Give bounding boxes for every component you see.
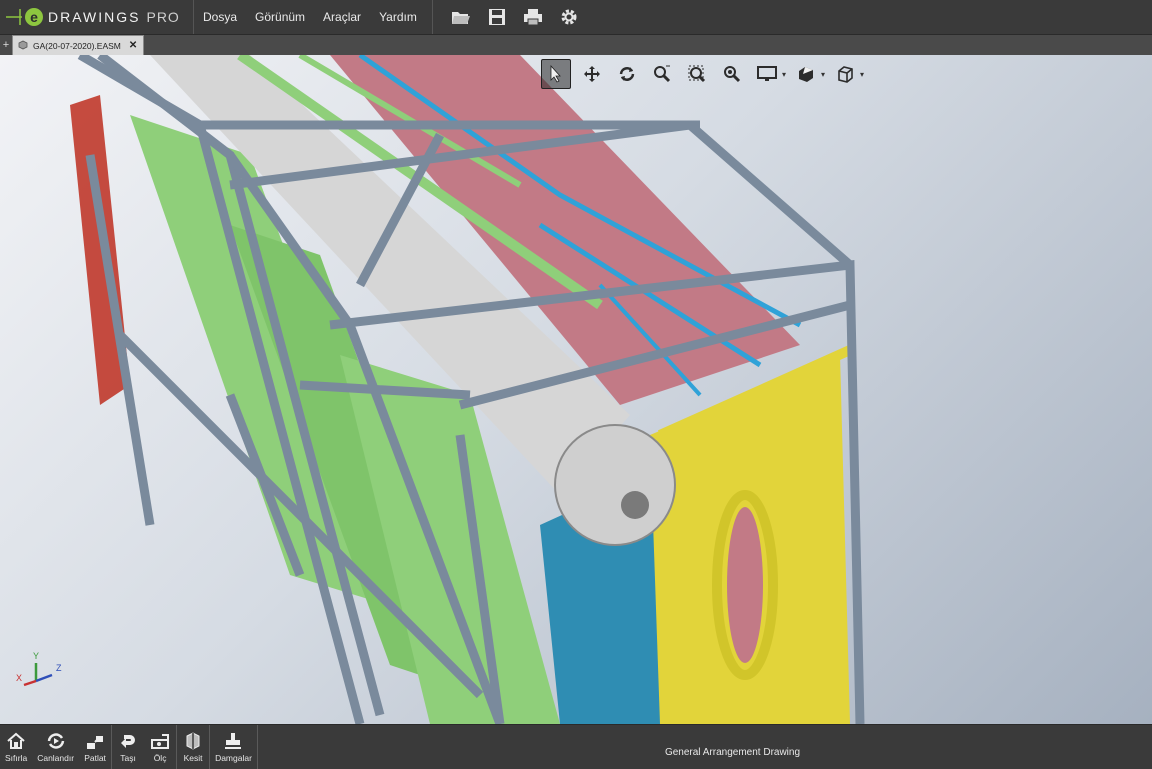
triad-y-label: Y <box>33 651 40 661</box>
triad-x-label: X <box>16 673 23 683</box>
app-edition: PRO <box>146 9 180 25</box>
triad-axes-icon <box>23 663 53 687</box>
display-mode-dropdown-icon[interactable]: ▾ <box>782 70 786 79</box>
move-button[interactable]: Taşı <box>112 725 144 769</box>
bottom-group-section: Kesit <box>177 725 211 769</box>
select-icon[interactable] <box>541 59 571 89</box>
zoom-icon[interactable] <box>718 60 746 88</box>
bottom-group-view: Sıfırla Canlandır Patlat <box>0 725 113 769</box>
measure-button[interactable]: Ölç <box>144 725 176 769</box>
section-view-icon[interactable] <box>792 60 820 88</box>
explode-button[interactable]: Patlat <box>79 725 111 769</box>
pan-icon[interactable] <box>578 60 606 88</box>
main-menu: Dosya Görünüm Araçlar Yardım <box>194 0 426 34</box>
menu-bar: e DRAWINGS PRO Dosya Görünüm Araçlar Yar… <box>0 0 1152 35</box>
quick-toolbar <box>433 0 587 34</box>
bottom-toolbar: Sıfırla Canlandır Patlat Taşı Ölç Kesit … <box>0 724 1152 769</box>
reset-label: Sıfırla <box>5 753 28 763</box>
reset-button[interactable]: Sıfırla <box>0 725 32 769</box>
stamps-button[interactable]: Damgalar <box>210 725 257 769</box>
document-tab-label: GA(20-07-2020).EASM <box>33 40 121 51</box>
animate-label: Canlandır <box>37 753 75 763</box>
edrawings-logo-icon: e <box>6 6 46 28</box>
bottom-group-stamps: Damgalar <box>210 725 258 769</box>
measure-icon <box>149 731 171 751</box>
model-viewport[interactable]: ▾ ▾ ▾ X Y Z <box>0 55 1152 724</box>
document-tab-bar: + GA(20-07-2020).EASM ✕ <box>0 35 1152 55</box>
new-tab-plus-icon[interactable]: + <box>0 35 12 55</box>
stamps-label: Damgalar <box>215 753 252 763</box>
standard-views-icon[interactable] <box>831 60 859 88</box>
sheet-title: General Arrangement Drawing <box>664 747 801 758</box>
animate-button[interactable]: Canlandır <box>32 725 79 769</box>
app-brand: DRAWINGS <box>48 9 141 25</box>
section-icon <box>182 731 204 751</box>
document-tab[interactable]: GA(20-07-2020).EASM ✕ <box>12 35 145 55</box>
measure-label: Ölç <box>153 753 167 763</box>
zoom-window-icon[interactable] <box>648 60 676 88</box>
app-logo: e DRAWINGS PRO <box>0 0 194 34</box>
home-icon <box>5 731 27 751</box>
gear-icon[interactable] <box>558 6 580 28</box>
menu-view[interactable]: Görünüm <box>246 0 314 34</box>
menu-file[interactable]: Dosya <box>194 0 246 34</box>
explode-label: Patlat <box>84 753 106 763</box>
display-mode-icon[interactable] <box>753 60 781 88</box>
move-icon <box>117 731 139 751</box>
section-view-dropdown-icon[interactable]: ▾ <box>821 70 825 79</box>
menu-tools[interactable]: Araçlar <box>314 0 370 34</box>
close-tab-icon[interactable]: ✕ <box>129 40 137 51</box>
print-icon[interactable] <box>522 6 544 28</box>
explode-icon <box>84 731 106 751</box>
menu-help[interactable]: Yardım <box>370 0 426 34</box>
open-folder-icon[interactable] <box>450 6 472 28</box>
section-button[interactable]: Kesit <box>177 725 209 769</box>
move-label: Taşı <box>120 753 136 763</box>
standard-views-dropdown-icon[interactable]: ▾ <box>860 70 864 79</box>
rotate-icon[interactable] <box>613 60 641 88</box>
triad-z-label: Z <box>56 663 62 673</box>
zoom-fit-icon[interactable] <box>683 60 711 88</box>
assembly-icon <box>17 39 29 52</box>
stamp-icon <box>222 731 244 751</box>
animate-icon <box>45 731 67 751</box>
bottom-group-tools: Taşı Ölç <box>112 725 178 769</box>
save-icon[interactable] <box>486 6 508 28</box>
view-toolbar: ▾ ▾ ▾ <box>541 59 870 89</box>
svg-text:e: e <box>30 9 38 25</box>
orientation-triad: X Y Z <box>16 651 66 693</box>
section-label: Kesit <box>183 753 203 763</box>
boiler-3d-model <box>70 55 865 724</box>
